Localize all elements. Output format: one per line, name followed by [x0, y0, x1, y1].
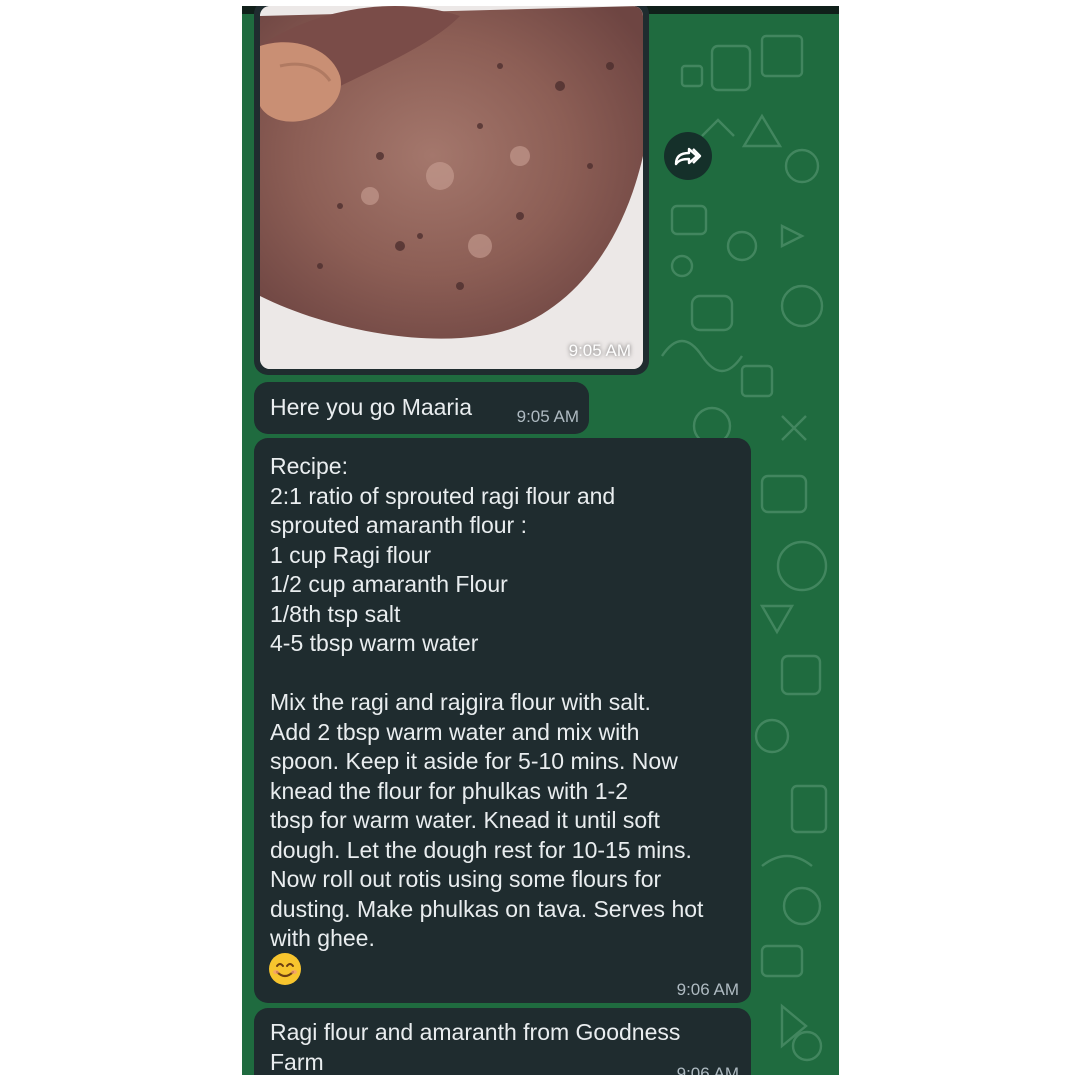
image-timestamp: 9:05 AM — [568, 341, 631, 360]
message-bubble[interactable]: Here you go Maaria 9:05 AM — [254, 382, 589, 434]
message-text: Ragi flour and amaranth from Goodness Fa… — [270, 1019, 681, 1075]
message-timestamp: 9:06 AM — [676, 1064, 739, 1075]
recipe-message-bubble[interactable]: Recipe: 2:1 ratio of sprouted ragi flour… — [254, 438, 751, 1003]
message-bubble[interactable]: Ragi flour and amaranth from Goodness Fa… — [254, 1008, 751, 1075]
roti-image — [260, 6, 643, 369]
chat-screen: 9:05 AM Here you go Maaria 9:05 AM Recip… — [242, 6, 839, 1075]
forward-icon — [674, 147, 702, 166]
smiling-face-emoji-icon — [269, 953, 301, 985]
message-text: Here you go Maaria — [270, 394, 472, 420]
message-timestamp: 9:05 AM — [516, 407, 579, 426]
message-timestamp: 9:06 AM — [676, 980, 739, 999]
roti-photo[interactable]: 9:05 AM — [260, 6, 643, 369]
recipe-text: Recipe: 2:1 ratio of sprouted ragi flour… — [270, 453, 704, 951]
forward-button[interactable] — [664, 132, 712, 180]
image-message[interactable]: 9:05 AM — [254, 6, 649, 375]
